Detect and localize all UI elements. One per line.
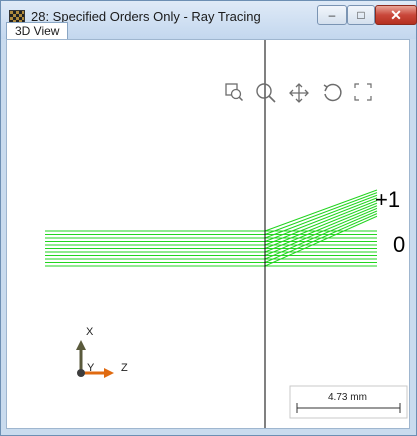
zoom-window-button[interactable] <box>224 82 250 110</box>
fullscreen-button[interactable] <box>353 82 379 110</box>
y-axis-origin <box>77 369 85 377</box>
close-button[interactable]: ✕ <box>375 5 417 25</box>
rotate-button[interactable] <box>321 82 347 110</box>
ray-bundle <box>45 189 378 267</box>
tab-3d-view[interactable]: 3D View <box>6 22 69 40</box>
x-axis-label: X <box>86 326 94 338</box>
y-axis-label: Y <box>87 362 95 374</box>
ray-tracing-window: 28: Specified Orders Only - Ray Tracing … <box>0 0 417 436</box>
x-axis-arrowhead <box>76 340 86 350</box>
order-label-zero: 0 <box>393 232 406 257</box>
pan-button[interactable] <box>288 82 314 110</box>
coordinate-axes <box>76 340 114 378</box>
first-order-ray <box>264 189 378 232</box>
z-axis-arrowhead <box>104 368 114 378</box>
rotate-icon <box>323 83 342 102</box>
first-order-ray <box>264 192 378 235</box>
scale-bar-label: 4.73 mm <box>328 392 367 403</box>
maximize-button[interactable]: □ <box>347 5 375 25</box>
close-icon: ✕ <box>390 6 402 23</box>
ray-diagram <box>45 40 408 428</box>
fullscreen-icon <box>354 83 372 101</box>
z-axis-label: Z <box>121 362 128 374</box>
minimize-icon: – <box>328 8 336 22</box>
zoom-icon <box>256 83 276 103</box>
order-label-plus-one: +1 <box>375 187 401 212</box>
zoom-button[interactable] <box>255 82 281 110</box>
zoom-window-icon <box>225 83 244 102</box>
maximize-icon: □ <box>357 8 365 22</box>
minimize-button[interactable]: – <box>317 5 347 25</box>
3d-viewport[interactable]: +1 0 X Y Z 4.73 mm <box>6 39 410 429</box>
pan-icon <box>289 83 309 103</box>
